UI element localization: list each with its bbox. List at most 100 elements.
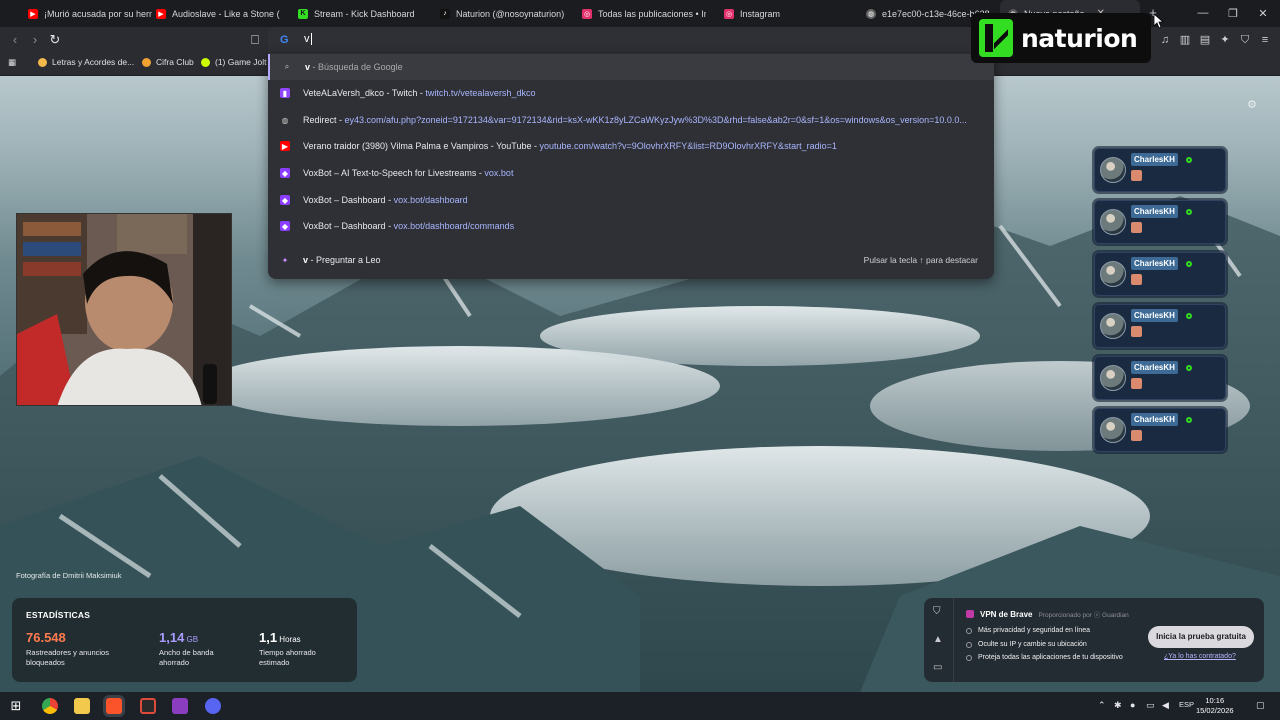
tab-label: Stream - Kick Dashboard [314,8,415,19]
windows-start-icon[interactable]: ⊞ [8,698,24,714]
stat-desc-line2: ahorrado [159,658,190,667]
alert-username: CharlesKH [1131,413,1178,426]
online-indicator-icon [1186,261,1192,267]
obs-icon[interactable] [205,698,221,714]
sidebar-icon[interactable]: ▥ [1178,33,1192,47]
online-indicator-icon [1186,365,1192,371]
bluetooth-icon[interactable]: ✱ [1114,700,1122,711]
clock[interactable]: 10:16 15/02/2026 [1196,696,1234,716]
google-icon: G [280,34,289,46]
tab-instagram[interactable]: ◎ Instagram [716,0,848,27]
suggestion-url: vox.bot [484,168,514,178]
stats-widget: ESTADÍSTICAS 76.548 Rastreadores y anunc… [12,598,357,682]
file-explorer-icon[interactable] [74,698,90,714]
bookmark-game-jolt[interactable]: (1) Game Jolt [201,57,267,67]
address-bar[interactable]: G v [268,27,994,53]
voxbot-icon: ◆ [280,221,290,231]
suggestion-google-search[interactable]: ⌕ v - Búsqueda de Google [268,54,994,80]
suggestion-url: vox.bot/dashboard [393,195,468,205]
check-icon [966,641,972,648]
close-window-button[interactable]: ✕ [1256,7,1270,20]
bookmark-letras[interactable]: Letras y Acordes de... [38,57,134,67]
minimize-button[interactable]: — [1196,7,1210,19]
widget-switcher: ⛉ ▲ ▭ [924,598,954,682]
apps-icon[interactable]: ▦ [8,57,16,68]
chrome-icon[interactable] [42,698,58,714]
leo-label: - Preguntar a Leo [308,255,381,265]
app-icon[interactable] [172,698,188,714]
bookmark-cifra-club[interactable]: Cifra Club [142,57,194,67]
tab-label: Audioslave - Like a Stone ( [172,8,280,19]
tab-tiktok-naturion[interactable]: ♪ Naturion (@nosoynaturion) | T [432,0,564,27]
suggestion-voxbot-commands[interactable]: ◆ VoxBot – Dashboard - vox.bot/dashboard… [268,213,994,239]
volume-icon[interactable]: ◀ [1162,700,1169,711]
suggestion-redirect[interactable]: ◍ Redirect - ey43.com/afu.php?zoneid=917… [268,107,994,133]
address-input[interactable]: v [304,33,312,46]
tab-label: ¡Murió acusada por su herman [44,8,152,19]
kick-logo-icon [979,19,1013,57]
cursor-icon [1153,13,1165,29]
stat-value: 76.548 [26,630,66,645]
brave-icon[interactable] [106,698,122,714]
wallet-icon[interactable]: ▤ [1198,33,1212,47]
avatar [1100,261,1126,287]
suggestion-youtube[interactable]: ▶ Verano traidor (3980) Vilma Palma e Va… [268,133,994,159]
already-purchased-link[interactable]: ¿Ya lo has contratado? [1164,653,1236,660]
chevron-up-icon[interactable]: ⌃ [1098,700,1106,711]
language-indicator[interactable]: ESP [1179,700,1194,709]
omnibox-suggestions: ⌕ v - Búsqueda de Google ▮ VeteALaVersh_… [268,53,994,279]
network-icon[interactable]: ▭ [1146,700,1155,711]
reload-button[interactable]: ↻ [48,32,62,48]
leo-ai-icon: ✦ [281,255,289,265]
photo-credit[interactable]: Fotografía de Dmitrii Maksimiuk [16,571,121,580]
vpn-feature: Más privacidad y seguridad en línea [966,627,1090,634]
voxbot-icon: ◆ [280,168,290,178]
text-caret [310,33,312,46]
avatar [1100,365,1126,391]
alert-username: CharlesKH [1131,257,1178,270]
recorder-icon[interactable] [140,698,156,714]
alert-username: CharlesKH [1131,361,1178,374]
vpn-feature-text: Oculte su IP y cambie su ubicación [978,641,1087,648]
back-button[interactable]: ‹ [8,32,22,47]
shield-icon[interactable]: ⛉ [933,606,941,617]
stat-time: 1,1 Horas Tiempo ahorrado estimado [259,630,316,668]
logo-text: naturion [1021,23,1138,53]
maximize-button[interactable]: ❐ [1226,7,1240,20]
tab-kick-dashboard[interactable]: K Stream - Kick Dashboard [290,0,422,27]
chat-alert: CharlesKH [1094,148,1226,192]
shield-icon[interactable]: ⛉ [1238,33,1252,47]
alert-username: CharlesKH [1131,205,1178,218]
music-icon[interactable]: ♫ [1158,33,1172,47]
tab-instagram-posts[interactable]: ◎ Todas las publicaciones • Insta [574,0,706,27]
vpn-feature: Oculte su IP y cambie su ubicación [966,641,1087,648]
stat-desc: Rastreadores y anuncios bloqueados [26,648,109,668]
tab-audioslave[interactable]: ▶ Audioslave - Like a Stone ( [148,0,280,27]
menu-icon[interactable]: ≡ [1258,33,1272,47]
bookmark-icon[interactable]: ⎕ [248,32,262,48]
suggestion-url: vox.bot/dashboard/commands [393,221,515,231]
stat-trackers: 76.548 Rastreadores y anuncios bloqueados [26,630,109,668]
suggestion-voxbot[interactable]: ◆ VoxBot – AI Text-to-Speech for Livestr… [268,160,994,186]
tiktok-icon: ♪ [440,8,450,19]
suggestion-title: VoxBot – AI Text-to-Speech for Livestrea… [303,168,477,178]
emote-icon [1131,430,1142,441]
tab-youtube-murio[interactable]: ▶ ¡Murió acusada por su herman [20,0,152,27]
leo-ai-icon[interactable]: ✦ [1218,33,1232,47]
vpn-icon [966,610,974,618]
start-trial-button[interactable]: Inicia la prueba gratuita [1148,626,1254,648]
clock-time: 10:16 [1205,696,1225,705]
suggestion-voxbot-dashboard[interactable]: ◆ VoxBot – Dashboard - vox.bot/dashboard [268,187,994,213]
tab-label: Todas las publicaciones • Insta [598,8,706,19]
stat-unit: Horas [277,635,301,644]
suggestion-ask-leo[interactable]: ✦ v - Preguntar a Leo Pulsar la tecla ↑ … [268,247,994,273]
emote-icon [1131,326,1142,337]
microphone-icon[interactable]: ● [1130,700,1135,710]
settings-gear-icon[interactable]: ⚙ [1247,98,1257,111]
rewards-icon[interactable]: ▭ [933,662,942,673]
check-icon [966,627,972,634]
suggestion-twitch[interactable]: ▮ VeteALaVersh_dkco - Twitch - twitch.tv… [268,80,994,106]
warning-icon[interactable]: ▲ [933,634,943,645]
notifications-icon[interactable]: ▢ [1256,700,1265,711]
forward-button[interactable]: › [28,32,42,47]
